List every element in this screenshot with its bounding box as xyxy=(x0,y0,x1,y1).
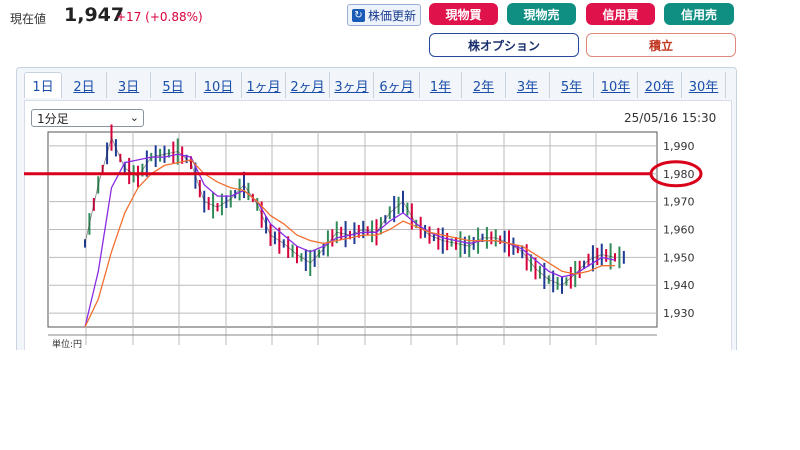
y-tick-label: 1,960 xyxy=(663,224,695,237)
y-tick-label: 1,940 xyxy=(663,279,695,292)
y-tick-label: 1,930 xyxy=(663,307,695,320)
unit-label: 単位:円 xyxy=(52,338,82,350)
y-tick-label: 1,950 xyxy=(663,251,695,264)
price-chart: 1,930 1,940 1,950 1,960 1,970 1,980 1,990 単位:円 xyxy=(24,124,703,350)
y-tick-label: 1,990 xyxy=(663,140,695,153)
y-tick-label: 1,970 xyxy=(663,196,695,209)
y-tick-label: 1,980 xyxy=(663,168,695,181)
